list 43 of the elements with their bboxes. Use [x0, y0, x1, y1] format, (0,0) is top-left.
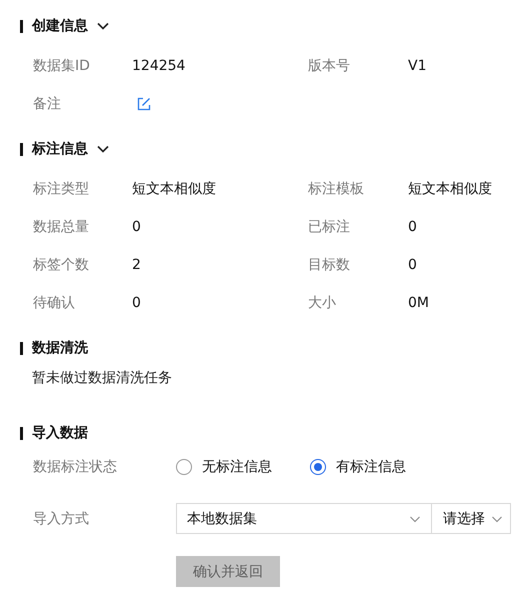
empty-message: 暂未做过数据清洗任务 [32, 369, 173, 388]
field-value: 2 [132, 257, 142, 273]
radio-option[interactable]: 有标注信息 [310, 458, 406, 476]
form-label: 导入方式 [33, 510, 90, 528]
section-title: 创建信息 [32, 17, 88, 35]
field-value: 0 [408, 219, 418, 235]
field-label: 已标注 [308, 218, 351, 236]
select-value: 请选择 [443, 510, 485, 528]
field-value: 0M [408, 295, 430, 311]
field-label: 目标数 [308, 256, 351, 274]
radio-button[interactable] [176, 459, 192, 475]
field-label: 版本号 [308, 57, 351, 75]
section-title: 标注信息 [32, 140, 88, 158]
field-label: 数据总量 [33, 218, 90, 236]
field-value: 124254 [132, 58, 186, 74]
heading-bar [20, 20, 23, 32]
field-label: 数据集ID [33, 57, 91, 75]
field-value: 短文本相似度 [132, 180, 217, 198]
radio-button[interactable] [310, 459, 326, 475]
form-label: 数据标注状态 [33, 458, 118, 476]
select-field[interactable]: 本地数据集 [176, 503, 432, 534]
edit-icon[interactable] [137, 97, 151, 111]
field-label: 标注模板 [308, 180, 365, 198]
field-label: 标签个数 [33, 256, 90, 274]
radio-option[interactable]: 无标注信息 [176, 458, 272, 476]
section-title: 导入数据 [32, 424, 88, 442]
field-value: 0 [132, 219, 142, 235]
field-label: 大小 [308, 294, 337, 312]
heading-bar [20, 426, 23, 440]
field-label: 备注 [33, 95, 62, 113]
radio-label: 有标注信息 [336, 458, 406, 476]
radio-label: 无标注信息 [202, 458, 272, 476]
field-label: 标注类型 [33, 180, 90, 198]
field-label: 待确认 [33, 294, 76, 312]
select-value: 本地数据集 [187, 510, 257, 528]
select-field[interactable]: 请选择 [432, 503, 511, 534]
field-value: 短文本相似度 [408, 180, 493, 198]
field-value: 0 [408, 257, 418, 273]
section-title: 数据清洗 [32, 339, 88, 357]
field-value: V1 [408, 58, 428, 74]
heading-bar [20, 342, 23, 354]
heading-bar [20, 142, 23, 156]
field-value: 0 [132, 295, 142, 311]
